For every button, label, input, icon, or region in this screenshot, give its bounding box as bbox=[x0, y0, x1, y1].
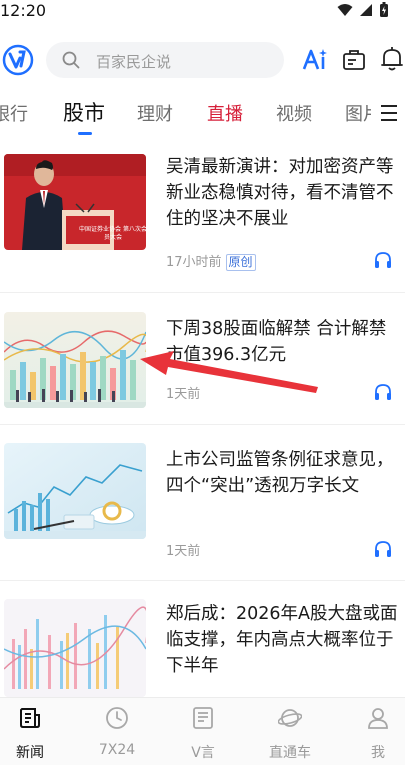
thumbnail-banner-text: 中国证券业协会 第八次会员大会 bbox=[79, 226, 146, 241]
nav-express[interactable]: 直通车 bbox=[255, 698, 325, 765]
briefcase-icon[interactable] bbox=[342, 48, 366, 72]
nav-7x24-label: 7X24 bbox=[98, 742, 136, 758]
article-item[interactable]: 中国证券业协会 第八次会员大会 吴清最新演讲：对加密资产等新业态稳慎对待，看不清… bbox=[0, 150, 405, 290]
ai-assistant-icon[interactable] bbox=[302, 48, 328, 72]
original-badge: 原创 bbox=[225, 254, 256, 271]
wifi-icon bbox=[337, 4, 353, 16]
tab-stocks[interactable]: 股市 bbox=[63, 97, 105, 127]
tab-finance[interactable]: 理财 bbox=[137, 100, 173, 126]
article-thumbnail: 中国证券业协会 第八次会员大会 bbox=[4, 154, 146, 250]
divider bbox=[0, 424, 405, 425]
category-tabs: 银行 股市 理财 直播 视频 图片 bbox=[0, 92, 405, 140]
divider bbox=[0, 580, 405, 581]
article-thumbnail bbox=[4, 443, 146, 539]
nav-news[interactable]: 新闻 bbox=[0, 698, 65, 765]
article-item[interactable]: 上市公司监管条例征求意见，四个“突出”透视万字长文 1天前 bbox=[0, 443, 405, 573]
article-title: 上市公司监管条例征求意见，四个“突出”透视万字长文 bbox=[166, 450, 394, 496]
article-meta: 1天前 bbox=[166, 540, 200, 559]
clock-icon bbox=[106, 707, 128, 729]
nav-news-label: 新闻 bbox=[16, 745, 44, 761]
battery-icon bbox=[380, 2, 388, 17]
status-bar: 12:20 bbox=[0, 0, 405, 24]
article-time: 1天前 bbox=[166, 544, 201, 559]
menu-icon bbox=[381, 105, 397, 107]
news-icon bbox=[20, 708, 40, 728]
status-time: 12:20 bbox=[0, 1, 47, 20]
tab-bank[interactable]: 银行 bbox=[0, 100, 28, 126]
divider bbox=[0, 292, 405, 293]
planet-icon bbox=[278, 709, 302, 727]
nav-7x24[interactable]: 7X24 bbox=[82, 698, 152, 765]
article-item[interactable]: 郑后成：2026年A股大盘或面临支撑，年内高点大概率位于下半年 bbox=[0, 599, 405, 697]
article-thumbnail bbox=[4, 599, 146, 697]
bottom-navigation: 新闻 7X24 V言 直通车 我 bbox=[0, 697, 405, 765]
headphones-icon[interactable] bbox=[374, 383, 392, 401]
nav-me-label: 我 bbox=[371, 745, 385, 761]
nav-me[interactable]: 我 bbox=[343, 698, 405, 765]
nav-express-label: 直通车 bbox=[269, 745, 311, 761]
app-logo-icon[interactable] bbox=[2, 44, 34, 76]
signal-icon bbox=[360, 4, 372, 16]
bell-icon[interactable] bbox=[380, 46, 404, 72]
nav-v-talk-label: V言 bbox=[191, 745, 215, 761]
article-thumbnail bbox=[4, 312, 146, 408]
doc-icon bbox=[193, 707, 213, 729]
headphones-icon[interactable] bbox=[374, 251, 392, 269]
search-icon bbox=[62, 51, 80, 69]
search-bar[interactable]: 百家民企说 bbox=[46, 42, 284, 78]
article-title: 吴清最新演讲：对加密资产等新业态稳慎对待，看不清管不住的坚决不展业 bbox=[166, 157, 394, 229]
article-time: 17小时前 bbox=[166, 255, 222, 270]
tab-menu-button[interactable] bbox=[371, 92, 405, 134]
app-header: 百家民企说 bbox=[0, 38, 405, 84]
annotation-arrow-icon bbox=[140, 351, 318, 393]
nav-v-talk[interactable]: V言 bbox=[168, 698, 238, 765]
status-icons bbox=[337, 2, 389, 18]
headphones-icon[interactable] bbox=[374, 540, 392, 558]
article-meta: 17小时前 原创 bbox=[166, 251, 256, 271]
search-placeholder: 百家民企说 bbox=[96, 53, 172, 71]
tab-video[interactable]: 视频 bbox=[276, 100, 312, 126]
article-title: 郑后成：2026年A股大盘或面临支撑，年内高点大概率位于下半年 bbox=[166, 604, 398, 676]
tab-live[interactable]: 直播 bbox=[207, 100, 243, 126]
active-tab-indicator bbox=[78, 132, 92, 135]
user-icon bbox=[368, 708, 388, 729]
